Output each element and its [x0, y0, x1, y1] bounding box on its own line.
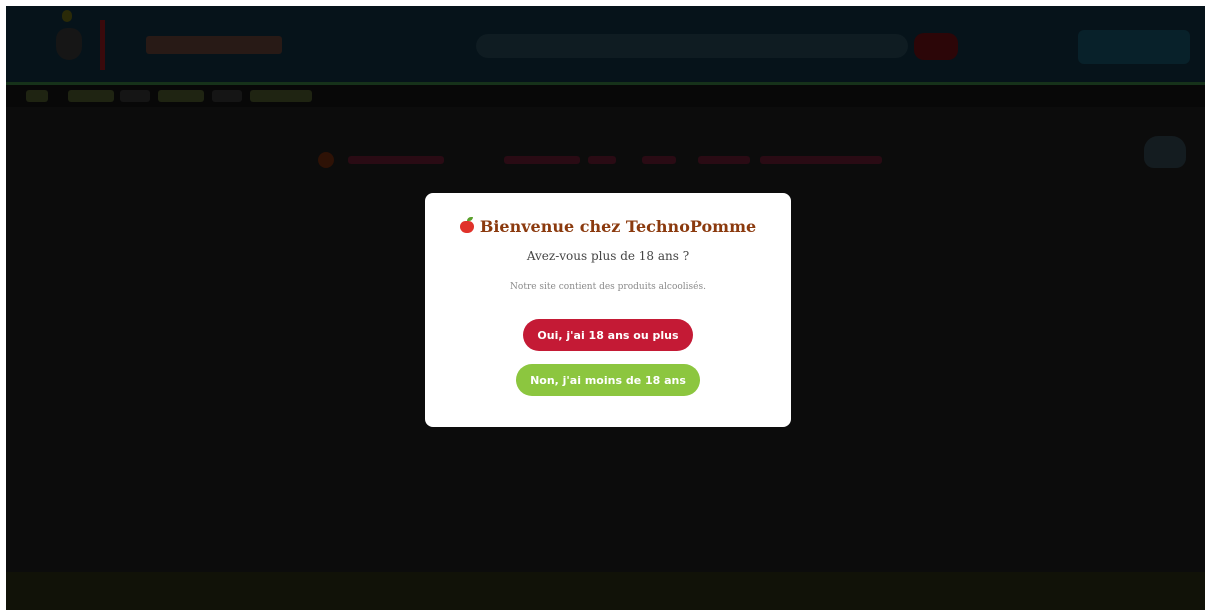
modal-overlay: Bienvenue chez TechnoPomme Avez-vous plu… — [6, 6, 1205, 610]
dialog-title-text: Bienvenue chez TechnoPomme — [479, 217, 757, 236]
apple-icon — [459, 217, 474, 233]
age-verification-dialog: Bienvenue chez TechnoPomme Avez-vous plu… — [425, 193, 791, 427]
dialog-title: Bienvenue chez TechnoPomme — [425, 217, 791, 236]
deny-adult-button[interactable]: Non, j'ai moins de 18 ans — [516, 364, 700, 396]
age-question: Avez-vous plus de 18 ans ? — [526, 249, 690, 263]
confirm-adult-button[interactable]: Oui, j'ai 18 ans ou plus — [523, 319, 693, 351]
alcohol-notice: Notre site contient des produits alcooli… — [510, 282, 706, 292]
page-viewport: Bienvenue chez TechnoPomme Avez-vous plu… — [6, 6, 1205, 610]
